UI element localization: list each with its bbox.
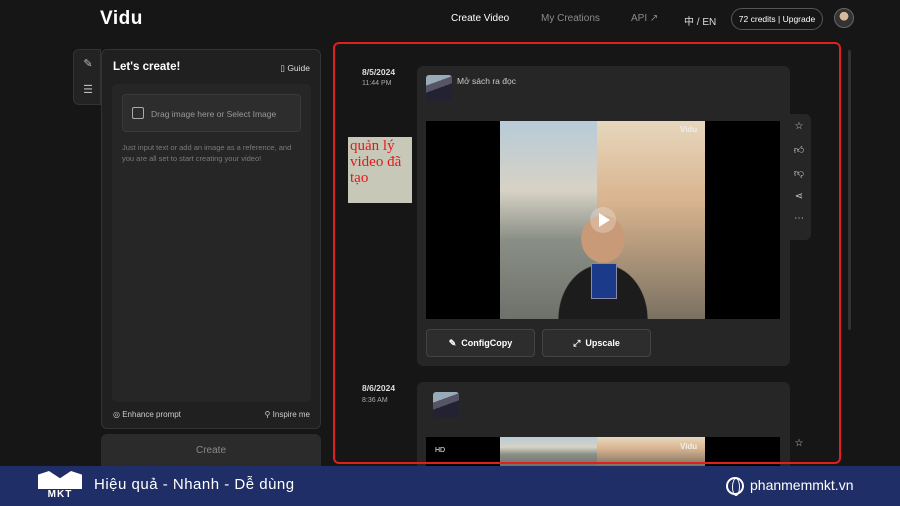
pencil-icon: ✎	[448, 337, 457, 348]
globe-icon	[726, 477, 744, 496]
create-panel: Let's create! ▯ Guide Drag image here or…	[101, 49, 321, 429]
config-copy-button[interactable]: ✎ ConfigCopy	[426, 329, 535, 357]
thumbs-down-icon[interactable]: 👎︎	[792, 167, 806, 181]
check-circle-icon: ◎	[113, 410, 123, 419]
wand-icon: ⚲	[264, 410, 273, 419]
creation-actions: ☆ 👍︎ 👎︎ ⋖ ⋯	[787, 114, 811, 240]
creation-time: 8:36 AM	[362, 397, 388, 404]
mkt-logo-mark	[38, 471, 82, 489]
upscale-button[interactable]: ⤢ Upscale	[542, 329, 651, 357]
share-icon[interactable]: ⋖	[792, 190, 806, 204]
prompt-text: Mở sách ra đọc	[457, 76, 516, 86]
tool-rail: ✎ ☰	[73, 49, 101, 105]
guide-link[interactable]: ▯ Guide	[280, 63, 310, 74]
image-icon	[132, 107, 144, 119]
create-button[interactable]: Create	[101, 434, 321, 466]
avatar[interactable]	[834, 8, 854, 28]
star-icon[interactable]: ☆	[792, 120, 806, 134]
play-icon[interactable]	[590, 207, 616, 233]
mkt-logo: MKT	[38, 469, 82, 503]
vidu-watermark: Vidu	[680, 442, 698, 451]
scrollbar[interactable]	[848, 50, 851, 330]
thumbs-up-icon[interactable]: 👍︎	[792, 144, 806, 158]
vidu-watermark: Vidu	[680, 125, 698, 134]
language-switch[interactable]: 中 / EN	[684, 13, 716, 28]
video-player[interactable]: Vidu	[426, 121, 780, 319]
mkt-logo-text: MKT	[47, 489, 73, 500]
quality-badge: HD	[435, 447, 446, 454]
guide-label: Guide	[287, 63, 310, 73]
enhance-prompt-toggle[interactable]: ◎ Enhance prompt	[113, 410, 181, 419]
enhance-label: Enhance prompt	[122, 410, 181, 419]
video-frame-left	[500, 437, 597, 466]
nav-my-creations[interactable]: My Creations	[541, 13, 600, 24]
drop-text: Drag image here or Select Image	[151, 109, 277, 119]
brush-icon[interactable]: ✎	[80, 56, 96, 72]
footer-banner: MKT Hiệu quả - Nhanh - Dễ dùng phanmemmk…	[0, 466, 900, 506]
creation-card: HD Vidu	[417, 382, 790, 466]
expand-icon: ⤢	[573, 337, 581, 348]
upscale-label: Upscale	[585, 338, 620, 348]
prompt-input[interactable]: Drag image here or Select Image Just inp…	[112, 84, 311, 402]
creation-time: 11:44 PM	[362, 80, 392, 87]
video-player[interactable]: HD Vidu	[426, 437, 780, 466]
prompt-hint: Just input text or add an image as a ref…	[122, 143, 292, 163]
nav-create-video[interactable]: Create Video	[451, 13, 509, 24]
vidu-app: Vidu Create Video My Creations API ↗ 中 /…	[0, 0, 900, 466]
creation-date: 8/6/2024	[362, 383, 396, 393]
panel-title: Let's create!	[113, 61, 181, 73]
prompt-thumbnail[interactable]	[433, 392, 459, 418]
config-copy-label: ConfigCopy	[461, 338, 513, 348]
annotation-label: quản lý video đã tạo	[348, 137, 412, 203]
settings-sliders-icon[interactable]: ☰	[80, 82, 96, 98]
image-drop-zone[interactable]: Drag image here or Select Image	[122, 94, 301, 132]
inspire-label: Inspire me	[272, 410, 310, 419]
app-logo[interactable]: Vidu	[100, 8, 143, 30]
more-icon[interactable]: ⋯	[792, 212, 806, 226]
star-icon[interactable]: ☆	[792, 437, 806, 451]
prompt-thumbnail[interactable]	[426, 75, 452, 101]
creation-card: Mở sách ra đọc Vidu ✎ ConfigCopy ⤢ Upscale	[417, 66, 790, 366]
inspire-me-button[interactable]: ⚲ Inspire me	[265, 410, 310, 419]
creation-date: 8/5/2024	[362, 67, 396, 77]
credits-upgrade-button[interactable]: 72 credits | Upgrade	[731, 8, 823, 30]
video-book	[591, 263, 617, 299]
slogan: Hiệu quả - Nhanh - Dễ dùng	[94, 476, 295, 493]
website-link[interactable]: phanmemmkt.vn	[750, 477, 853, 493]
nav-api[interactable]: API ↗	[631, 13, 658, 24]
